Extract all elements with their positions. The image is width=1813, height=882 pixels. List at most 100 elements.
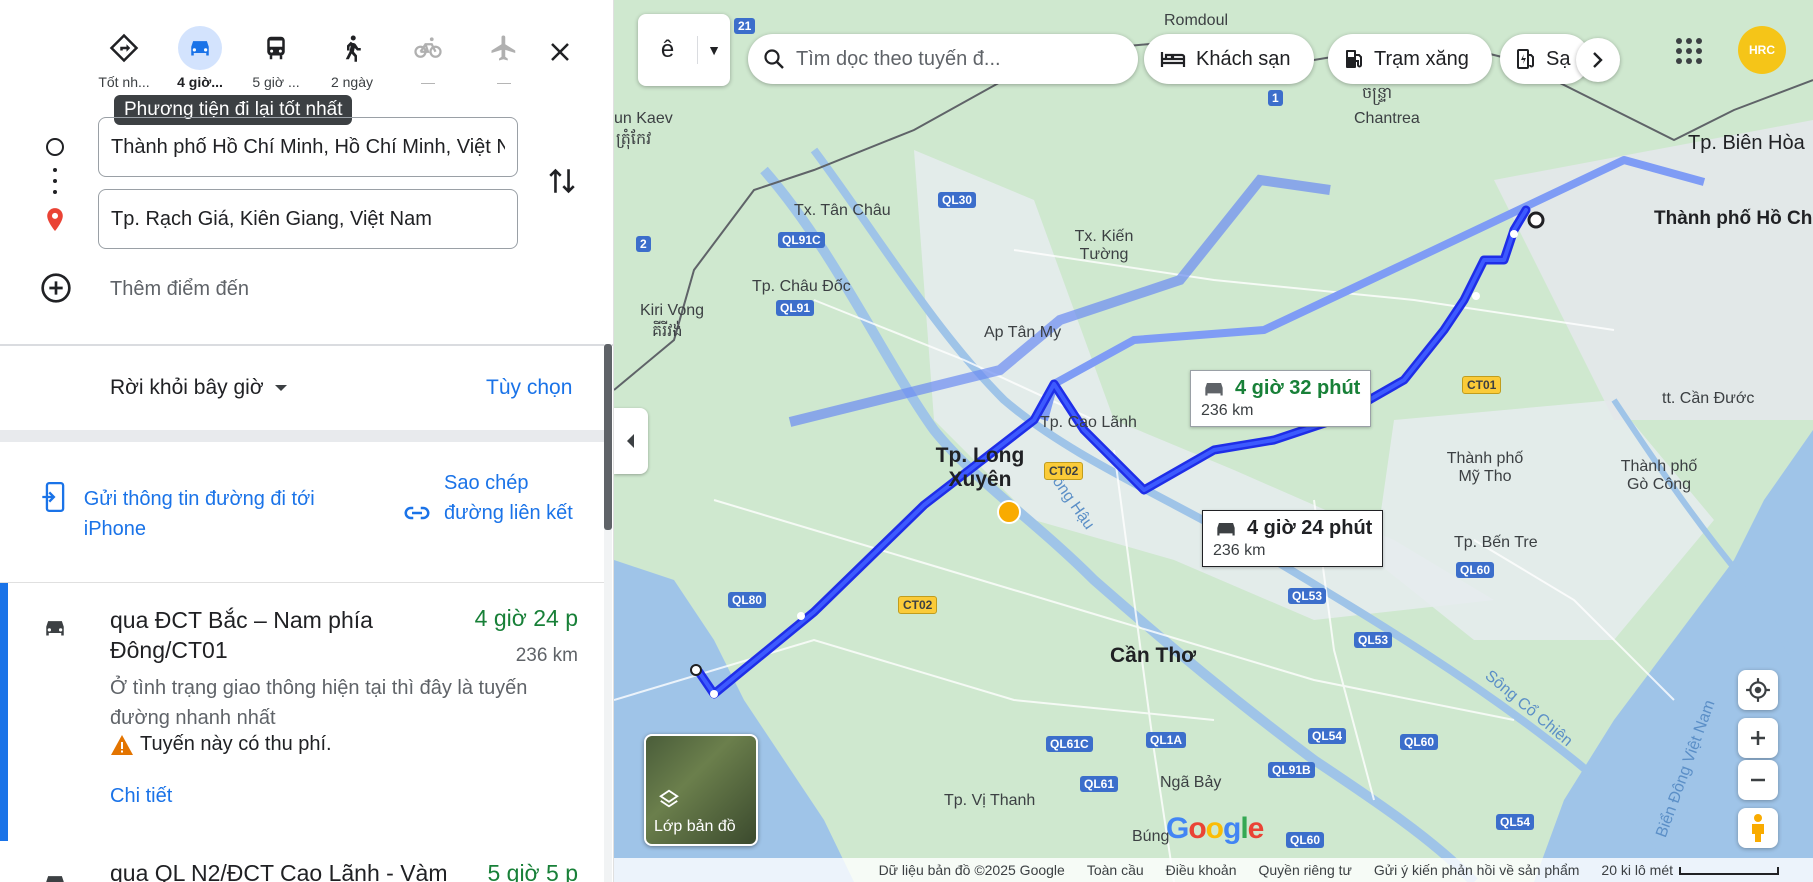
route-dots-icon <box>53 168 57 194</box>
road-shield: QL91 <box>776 300 815 316</box>
copy-link-button[interactable]: Sao chép đường liên kết <box>402 468 584 528</box>
caret-down-icon[interactable]: ▼ <box>698 42 730 58</box>
road-shield: CT02 <box>1044 462 1084 480</box>
mode-transit[interactable]: 5 giờ ... <box>238 26 314 94</box>
place-label: Tp. Vị Thanh <box>944 792 1036 809</box>
send-phone-icon <box>42 481 65 513</box>
input-tools-button[interactable]: ê ▼ <box>638 14 730 86</box>
zoom-in-button[interactable] <box>1738 718 1778 758</box>
street-view-pegman-button[interactable] <box>1738 808 1778 848</box>
alt-route-callout[interactable]: 4 giờ 32 phút 236 km <box>1190 370 1372 427</box>
place-label: Tp. Bến Tre <box>1454 534 1538 551</box>
mode-walking[interactable]: 2 ngày <box>314 26 390 94</box>
account-avatar[interactable]: HRC <box>1738 26 1786 74</box>
road-shield: 2 <box>636 236 651 252</box>
road-shield: QL1A <box>1146 732 1187 748</box>
collapse-panel-button[interactable] <box>614 408 648 474</box>
place-label: un Kaev <box>614 110 673 127</box>
add-destination-button[interactable] <box>40 272 72 304</box>
mode-best[interactable]: Tốt nh... <box>86 26 162 94</box>
selected-indicator <box>0 583 8 841</box>
road-shield: QL60 <box>1456 562 1495 578</box>
place-label: Thành phố Mỹ Tho <box>1446 450 1524 485</box>
send-to-phone-button[interactable]: Gửi thông tin đường đi tới iPhone <box>40 480 360 544</box>
swap-button[interactable] <box>546 164 578 198</box>
my-location-button[interactable] <box>1738 670 1778 710</box>
road-shield: QL61 <box>1080 776 1119 792</box>
primary-route-callout[interactable]: 4 giờ 24 phút 236 km <box>1202 510 1384 567</box>
mode-driving[interactable]: 4 giờ... <box>162 26 238 94</box>
mode-label: — <box>421 74 435 90</box>
road-shield: QL53 <box>1354 632 1393 648</box>
mode-label: — <box>497 74 511 90</box>
road-shield: QL91B <box>1268 762 1315 778</box>
scale-label: 20 ki lô mét <box>1601 862 1673 878</box>
route-time: 4 giờ 24 p <box>474 605 578 631</box>
destination-input[interactable]: Tp. Rạch Giá, Kiên Giang, Việt Nam <box>98 189 518 249</box>
pegman-icon <box>1752 814 1764 842</box>
details-link[interactable]: Chi tiết <box>110 785 172 808</box>
plane-icon <box>482 26 526 70</box>
layers-icon <box>659 789 679 808</box>
road-shield: QL60 <box>1400 734 1439 750</box>
google-logo: Google <box>1166 812 1264 845</box>
road-shield: CT01 <box>1462 376 1502 394</box>
origin-input[interactable]: Thành phố Hồ Chí Minh, Hồ Chí Minh, Việt… <box>98 117 518 177</box>
chip-hotels[interactable]: Khách sạn <box>1144 34 1314 84</box>
close-icon <box>551 43 569 61</box>
place-label: Tp. Cao Lãnh <box>1040 414 1137 431</box>
walk-icon <box>330 26 374 70</box>
depart-time-dropdown[interactable]: Rời khỏi bây giờ <box>110 376 288 400</box>
place-label: Kiri Vong <box>640 302 705 319</box>
chevron-left-icon <box>627 434 634 448</box>
scale-indicator[interactable]: 20 ki lô mét <box>1601 862 1779 878</box>
scrollbar-thumb[interactable] <box>604 344 612 530</box>
apps-grid-icon[interactable] <box>1674 36 1704 66</box>
road-shield: CT02 <box>898 596 938 614</box>
layers-button[interactable]: Lớp bản đồ <box>644 734 758 846</box>
chip-label: Sạ <box>1546 47 1571 70</box>
mode-label: 4 giờ... <box>177 74 223 90</box>
callout-time: 4 giờ 24 phút <box>1247 517 1373 539</box>
place-label: Tp. Long Xuyên <box>935 444 1025 491</box>
road-shield: 1 <box>1268 90 1283 106</box>
road-shield: QL53 <box>1288 588 1327 604</box>
search-along-route-input[interactable]: Tìm dọc theo tuyến đ... <box>748 34 1138 84</box>
route-option-2[interactable]: qua QL N2/ĐCT Cao Lãnh - Vàm 5 giờ 5 p <box>0 842 604 882</box>
mode-flight[interactable]: — <box>466 26 542 94</box>
directions-panel: Tốt nh... 4 giờ... 5 giờ ... 2 ngày — — … <box>0 0 614 882</box>
place-label: Tx. Kiến Tường <box>1074 228 1134 263</box>
panel-scrollbar[interactable] <box>604 344 612 882</box>
chip-gas-stations[interactable]: Trạm xăng <box>1328 34 1492 84</box>
map-canvas[interactable]: Romdoul Chantrea ចន្ទ្រា Tp. Biên Hòa Th… <box>614 0 1813 882</box>
zoom-out-button[interactable] <box>1738 760 1778 800</box>
account-label: HRC <box>1749 43 1775 57</box>
privacy-link[interactable]: Quyền riêng tư <box>1258 862 1351 878</box>
route-option-1[interactable]: qua ĐCT Bắc – Nam phía Đông/CT01 4 giờ 2… <box>0 583 604 841</box>
plus-icon <box>1751 731 1765 745</box>
minus-icon <box>1751 778 1765 782</box>
close-directions-button[interactable] <box>542 34 578 70</box>
road-shield: QL54 <box>1308 728 1347 744</box>
callout-distance: 236 km <box>1213 542 1266 559</box>
add-circle-icon <box>41 273 71 303</box>
feedback-link[interactable]: Gửi ý kiến phản hồi về sản phẩm <box>1374 862 1580 878</box>
map-base <box>614 0 1813 882</box>
place-label: គីរីវង់ <box>652 323 683 340</box>
origin-dot-icon <box>46 138 64 156</box>
add-destination-label[interactable]: Thêm điểm đến <box>110 278 249 301</box>
options-link[interactable]: Tùy chọn <box>486 376 572 400</box>
chips-next-button[interactable] <box>1576 38 1620 82</box>
route-distance: 236 km <box>515 645 578 666</box>
car-icon <box>46 621 64 636</box>
callout-distance: 236 km <box>1201 402 1254 419</box>
section-separator <box>0 430 604 442</box>
global-link[interactable]: Toàn cầu <box>1087 862 1144 878</box>
mode-cycling[interactable]: — <box>390 26 466 94</box>
place-label: Búng <box>1132 828 1170 845</box>
terms-link[interactable]: Điều khoản <box>1166 862 1237 878</box>
ev-charging-icon <box>1517 49 1534 69</box>
depart-label: Rời khỏi bây giờ <box>110 376 264 399</box>
scale-bar <box>1679 867 1779 875</box>
place-label: tt. Cần Đước <box>1662 390 1755 407</box>
